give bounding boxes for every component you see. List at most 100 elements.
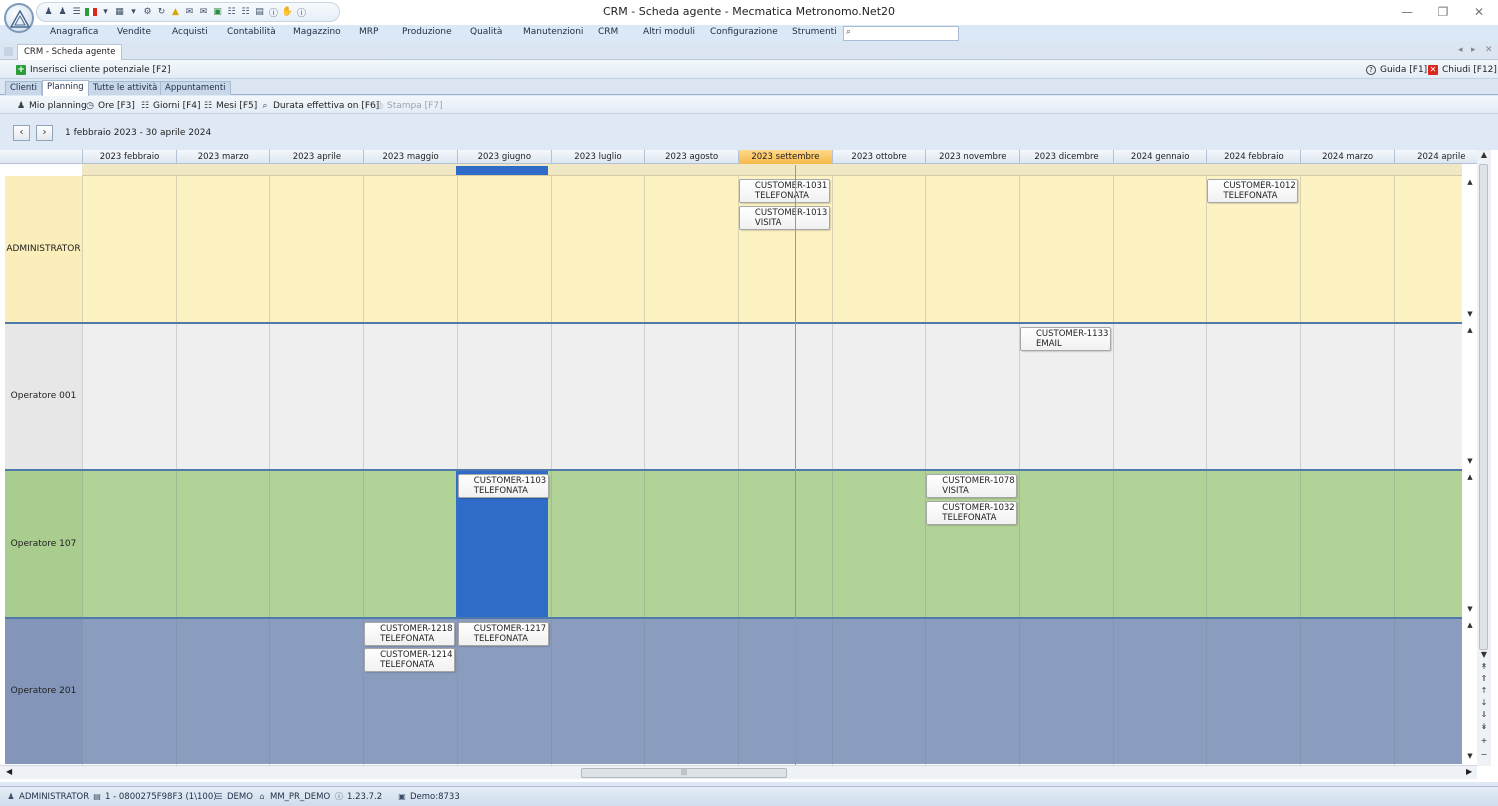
tab-appuntamenti[interactable]: Appuntamenti xyxy=(160,81,231,95)
monitor-icon[interactable]: ▤ xyxy=(254,6,265,18)
dropdown-arrow-icon[interactable]: ▾ xyxy=(100,6,111,18)
appointment-card[interactable]: CUSTOMER-1133 EMAIL xyxy=(1020,326,1111,351)
month-header-cell[interactable]: 2023 maggio xyxy=(363,150,457,164)
prev-period-button[interactable]: ‹ xyxy=(13,125,30,141)
menu-vendite[interactable]: Vendite xyxy=(117,27,151,37)
month-header-cell[interactable]: 2024 aprile xyxy=(1393,150,1488,164)
scroll-right-icon[interactable]: ▶ xyxy=(1466,767,1472,776)
close-window-button[interactable]: ✕ xyxy=(1464,3,1494,21)
user-add-icon[interactable]: ♟ xyxy=(43,6,54,18)
menu-manutenzioni[interactable]: Manutenzioni xyxy=(523,27,583,37)
appointment-card[interactable]: CUSTOMER-1012 TELEFONATA xyxy=(1207,179,1299,203)
row-scroll-up-icon[interactable]: ▲ xyxy=(1465,326,1475,334)
menu-acquisti[interactable]: Acquisti xyxy=(172,27,208,37)
my-planning-button[interactable]: ♟ Mio planning xyxy=(16,99,87,112)
appointment-card[interactable]: CUSTOMER-1078 VISITA xyxy=(926,474,1018,498)
row-scroll-up-icon[interactable]: ▲ xyxy=(1465,621,1475,629)
next-period-button[interactable]: › xyxy=(36,125,53,141)
page-down-icon[interactable]: ⇓ xyxy=(1478,710,1490,719)
info-icon[interactable]: ⓘ xyxy=(268,6,279,19)
menu-magazzino[interactable]: Magazzino xyxy=(293,27,341,37)
appointment-card[interactable]: CUSTOMER-1218 TELEFONATA xyxy=(364,621,456,646)
flag-italy-icon[interactable] xyxy=(85,8,97,16)
resource-cells[interactable] xyxy=(82,323,1462,469)
month-header-cell[interactable]: 2024 marzo xyxy=(1300,150,1394,164)
print-button[interactable]: ⎙ Stampa [F7] xyxy=(374,99,442,112)
calendar-icon[interactable]: ☷ xyxy=(240,6,251,18)
menu-search-input[interactable]: ⌕ xyxy=(843,26,959,41)
month-header-cell[interactable]: 2023 settembre xyxy=(737,150,832,164)
menu-configurazione[interactable]: Configurazione xyxy=(710,27,778,37)
step-up-icon[interactable]: ↑ xyxy=(1478,686,1490,695)
refresh-icon[interactable]: ↻ xyxy=(156,6,167,18)
month-header-cell[interactable]: 2023 giugno xyxy=(456,150,551,164)
calculator-icon[interactable]: ☷ xyxy=(226,6,237,18)
resource-label[interactable]: Operatore 107 xyxy=(5,471,82,617)
zoom-top-icon[interactable]: ↟ xyxy=(1478,662,1490,671)
help-button[interactable]: ? Guida [F1] xyxy=(1366,63,1427,76)
help-icon[interactable]: ⓘ xyxy=(296,6,307,19)
appointment-card[interactable]: CUSTOMER-1217 TELEFONATA xyxy=(457,621,549,646)
menu-mrp[interactable]: MRP xyxy=(359,27,378,37)
months-view-button[interactable]: ☷ Mesi [F5] xyxy=(203,99,257,112)
excel-icon[interactable]: ▣ xyxy=(212,6,223,18)
horizontal-scroll-thumb[interactable]: ||| xyxy=(581,768,787,778)
menu-qualita[interactable]: Qualità xyxy=(470,27,502,37)
month-header-cell[interactable]: 2024 febbraio xyxy=(1206,150,1300,164)
resource-label[interactable]: Operatore 001 xyxy=(5,323,82,469)
menu-crm[interactable]: CRM xyxy=(598,27,618,37)
bell-icon[interactable]: ▲ xyxy=(170,6,181,18)
zoom-bottom-icon[interactable]: ↡ xyxy=(1478,722,1490,731)
restore-button[interactable]: ❐ xyxy=(1428,3,1458,21)
row-scroll-down-icon[interactable]: ▼ xyxy=(1465,605,1475,613)
minimize-button[interactable]: — xyxy=(1392,3,1422,21)
gear-icon[interactable]: ⚙ xyxy=(142,6,153,18)
days-view-button[interactable]: ☷ Giorni [F4] xyxy=(140,99,201,112)
user-settings-icon[interactable]: ♟ xyxy=(57,6,68,18)
mail-icon[interactable]: ✉ xyxy=(184,6,195,18)
tab-scroll-left-icon[interactable]: ◂ xyxy=(1458,45,1463,55)
vertical-scroll-thumb[interactable] xyxy=(1479,164,1488,650)
tab-clienti[interactable]: Clienti xyxy=(5,81,42,95)
close-button[interactable]: ✕ Chiudi [F12] xyxy=(1428,63,1497,76)
month-header-cell[interactable]: 2023 luglio xyxy=(550,150,645,164)
tab-planning[interactable]: Planning xyxy=(42,80,89,96)
resource-label[interactable]: ADMINISTRATOR xyxy=(5,176,82,322)
tab-menu-icon[interactable] xyxy=(4,47,13,56)
list-icon[interactable]: ☰ xyxy=(71,6,82,18)
mail-open-icon[interactable]: ✉ xyxy=(198,6,209,18)
vertical-scrollbar[interactable]: ▲ ▼ ↟ ⇑ ↑ ↓ ⇓ ↡ + − xyxy=(1477,150,1491,766)
row-scroll-down-icon[interactable]: ▼ xyxy=(1465,310,1475,318)
tab-scroll-right-icon[interactable]: ▸ xyxy=(1471,45,1476,55)
month-header-cell[interactable]: 2023 novembre xyxy=(925,150,1019,164)
page-up-icon[interactable]: ⇑ xyxy=(1478,674,1490,683)
zoom-out-icon[interactable]: − xyxy=(1478,750,1490,759)
appointment-card[interactable]: CUSTOMER-1031 TELEFONATA xyxy=(738,179,830,203)
scroll-left-icon[interactable]: ◀ xyxy=(6,767,12,776)
effective-duration-button[interactable]: ⌕ Durata effettiva on [F6] xyxy=(260,99,379,112)
insert-prospect-button[interactable]: + Inserisci cliente potenziale [F2] xyxy=(16,63,170,76)
row-scroll-up-icon[interactable]: ▲ xyxy=(1465,178,1475,186)
horizontal-scrollbar[interactable]: ◀ ||| ▶ xyxy=(0,765,1477,779)
month-header-cell[interactable]: 2024 gennaio xyxy=(1112,150,1207,164)
menu-anagrafica[interactable]: Anagrafica xyxy=(50,27,98,37)
row-scroll-down-icon[interactable]: ▼ xyxy=(1465,752,1475,760)
appointment-card[interactable]: CUSTOMER-1013 VISITA xyxy=(738,205,830,230)
dropdown-arrow-icon[interactable]: ▾ xyxy=(128,6,139,18)
grid-icon[interactable]: ▦ xyxy=(114,6,125,18)
appointment-card[interactable]: CUSTOMER-1103 TELEFONATA xyxy=(457,474,549,498)
appointment-card[interactable]: CUSTOMER-1214 TELEFONATA xyxy=(364,648,456,672)
month-header-cell[interactable]: 2023 dicembre xyxy=(1019,150,1113,164)
step-down-icon[interactable]: ↓ xyxy=(1478,698,1490,707)
tab-close-icon[interactable]: ✕ xyxy=(1485,45,1493,55)
menu-altri-moduli[interactable]: Altri moduli xyxy=(643,27,695,37)
app-logo-icon[interactable] xyxy=(4,3,34,33)
appointment-card[interactable]: CUSTOMER-1032 TELEFONATA xyxy=(926,500,1018,525)
month-header-cell[interactable]: 2023 ottobre xyxy=(831,150,926,164)
menu-produzione[interactable]: Produzione xyxy=(402,27,452,37)
month-header-cell[interactable]: 2023 agosto xyxy=(644,150,738,164)
doc-tab-crm-scheda-agente[interactable]: CRM - Scheda agente xyxy=(17,44,123,60)
tab-tutte-le-attivita[interactable]: Tutte le attività xyxy=(88,81,163,95)
scroll-down-icon[interactable]: ▼ xyxy=(1478,650,1490,659)
month-header-cell[interactable]: 2023 aprile xyxy=(269,150,363,164)
